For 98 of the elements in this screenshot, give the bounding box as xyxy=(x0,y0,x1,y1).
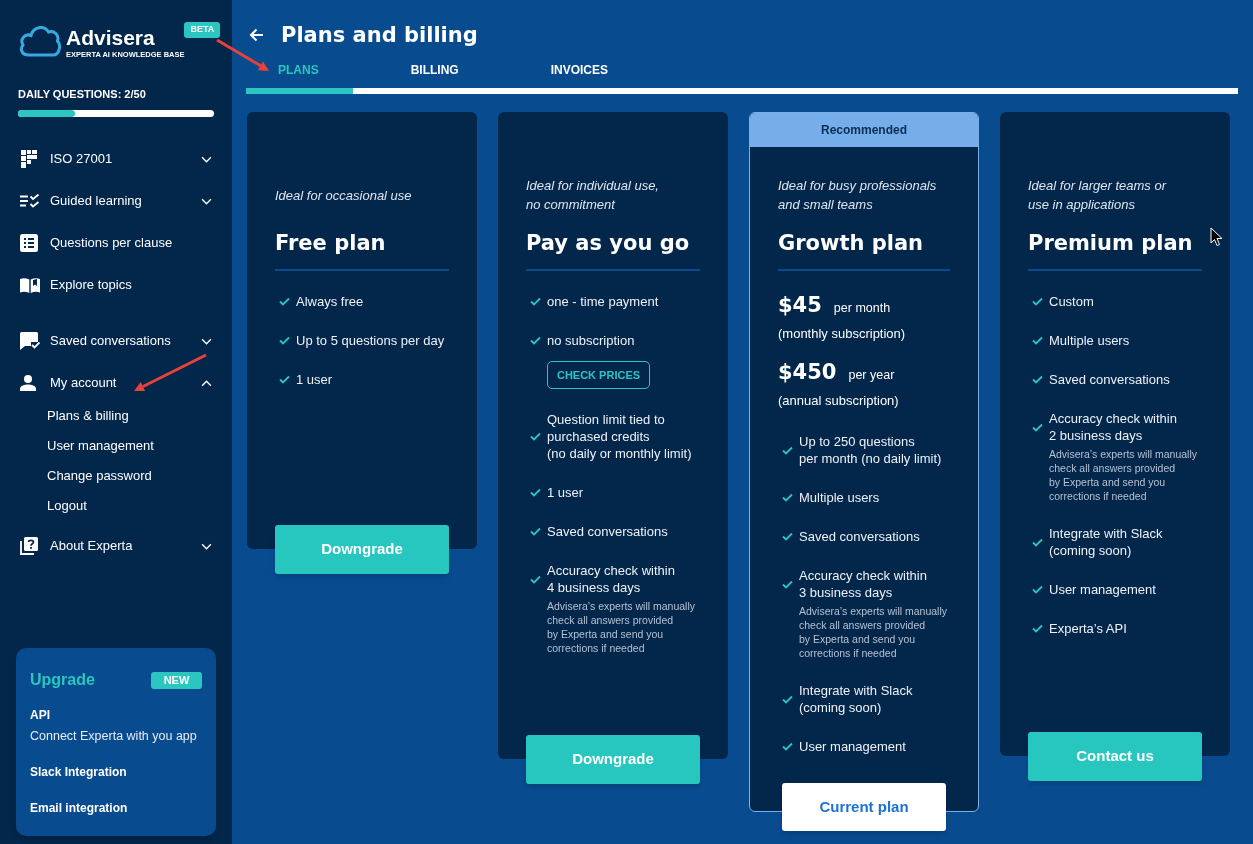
feature-text: Saved conversations xyxy=(547,523,668,540)
blocks-icon xyxy=(20,150,38,168)
check-icon xyxy=(279,336,290,345)
check-icon xyxy=(782,445,793,455)
recommended-banner: Recommended xyxy=(750,113,978,147)
feature-text: Saved conversations xyxy=(1049,371,1170,388)
annotation-arrow-icon xyxy=(215,38,271,74)
feature-text: Integrate with Slack (coming soon) xyxy=(799,682,913,716)
check-icon xyxy=(530,488,541,497)
feature-text: one - time payment xyxy=(547,293,659,310)
feature-text: Custom xyxy=(1049,293,1094,310)
page-title: Plans and billing xyxy=(281,22,478,49)
upgrade-option[interactable]: Slack Integration xyxy=(30,764,202,780)
brand-name: Advisera xyxy=(66,25,156,50)
nav-item[interactable]: Explore topics xyxy=(0,264,232,306)
feature-text: User management xyxy=(1049,581,1156,598)
check-icon xyxy=(782,579,793,589)
check-icon xyxy=(530,527,541,536)
check-prices-button[interactable]: CHECK PRICES xyxy=(547,361,650,389)
check-icon xyxy=(1032,422,1043,432)
upgrade-option-description: Connect Experta with you app xyxy=(30,728,198,744)
feature-note: Advisera’s experts will manually check all answers provided by Experta and send you corrections if needed xyxy=(547,599,696,655)
feature-text: Question limit tied to purchased credits (no daily or monthly limit) xyxy=(547,411,692,462)
nav-subitem[interactable]: Change password xyxy=(0,461,232,491)
feature-text: Accuracy check within 2 business days xyxy=(1049,410,1177,444)
plan-tagline: Ideal for larger teams or use in applications xyxy=(1028,177,1166,214)
check-icon xyxy=(782,694,793,704)
check-icon xyxy=(1032,297,1043,306)
upgrade-title: Upgrade xyxy=(30,670,95,690)
nav-subitem[interactable]: Logout xyxy=(0,491,232,521)
check-icon xyxy=(530,432,541,441)
feature-text: Accuracy check within 4 business days xyxy=(547,562,675,596)
price-period: per month xyxy=(833,300,891,317)
check-icon xyxy=(279,297,290,306)
nav-subitem[interactable]: Plans & billing xyxy=(0,401,232,431)
check-icon xyxy=(279,375,290,384)
feature-text: Experta’s API xyxy=(1049,620,1127,637)
plan-name: Free plan xyxy=(275,230,387,257)
check-icon xyxy=(1032,336,1043,345)
nav-item[interactable]: Saved conversations xyxy=(0,320,232,362)
nav-item[interactable]: About Experta xyxy=(0,525,232,567)
price-period: per year xyxy=(848,367,895,384)
price-amount: $45 xyxy=(778,292,822,319)
nav-item[interactable]: Questions per clause xyxy=(0,222,232,264)
check-icon xyxy=(1032,585,1043,594)
nav-item[interactable]: My account xyxy=(0,362,232,404)
feature-text: 1 user xyxy=(547,484,584,501)
price-amount: $450 xyxy=(778,359,837,386)
nav-subitem[interactable]: User management xyxy=(0,431,232,461)
plan-name: Pay as you go xyxy=(526,230,691,257)
tab[interactable]: PLANS xyxy=(246,60,353,94)
check-icon xyxy=(530,297,541,306)
plan-name: Growth plan xyxy=(778,230,925,257)
check-icon xyxy=(1032,624,1043,633)
nav-item[interactable]: Guided learning xyxy=(0,180,232,222)
feature-text: User management xyxy=(799,738,906,755)
feature-text: no subscription xyxy=(547,332,635,349)
feature-text: Up to 250 questions per month (no daily limit) xyxy=(799,433,942,467)
help-book-icon xyxy=(20,537,38,555)
feature-text: Accuracy check within 3 business days xyxy=(799,567,927,601)
chat-check-icon xyxy=(20,332,40,350)
check-icon xyxy=(530,336,541,345)
new-badge: NEW xyxy=(151,671,202,689)
feature-text: Multiple users xyxy=(1049,332,1130,349)
daily-questions-label: DAILY QUESTIONS: 2/50 xyxy=(17,88,147,101)
plan-tagline: Ideal for individual use, no commitment xyxy=(526,177,659,214)
upgrade-option[interactable]: API xyxy=(30,707,202,723)
tab[interactable]: BILLING xyxy=(378,60,493,94)
list-icon xyxy=(20,234,38,252)
feature-text: Integrate with Slack (coming soon) xyxy=(1049,525,1163,559)
feature-text: Saved conversations xyxy=(799,528,920,545)
current-plan-button[interactable]: Current plan xyxy=(782,783,946,831)
person-icon xyxy=(20,375,36,391)
upgrade-option[interactable]: Email integration xyxy=(30,800,202,816)
check-icon xyxy=(782,532,793,541)
checklist-icon xyxy=(20,194,40,208)
feature-text: Always free xyxy=(296,293,364,310)
feature-text: Multiple users xyxy=(799,489,880,506)
feature-text: Up to 5 questions per day xyxy=(296,332,445,349)
plan-tagline: Ideal for busy professionals and small teams xyxy=(778,177,937,214)
price-note: (monthly subscription) xyxy=(778,325,906,342)
book-icon xyxy=(20,277,40,293)
price-note: (annual subscription) xyxy=(778,392,899,409)
check-icon xyxy=(1032,375,1043,384)
feature-note: Advisera’s experts will manually check all answers provided by Experta and send you corrections if needed xyxy=(799,604,948,660)
back-arrow-icon[interactable] xyxy=(249,28,264,42)
check-icon xyxy=(530,574,541,584)
plan-name: Premium plan xyxy=(1028,230,1194,257)
check-icon xyxy=(782,742,793,751)
mouse-cursor-icon xyxy=(1210,227,1223,247)
feature-note: Advisera’s experts will manually check all answers provided by Experta and send you corrections if needed xyxy=(1049,447,1198,503)
check-icon xyxy=(1032,537,1043,547)
beta-badge: BETA xyxy=(184,22,221,38)
feature-text: 1 user xyxy=(296,371,333,388)
nav-item[interactable]: ISO 27001 xyxy=(0,138,232,180)
plan-tagline: Ideal for occasional use xyxy=(275,186,412,205)
tab[interactable]: INVOICES xyxy=(518,60,643,94)
check-icon xyxy=(782,493,793,502)
